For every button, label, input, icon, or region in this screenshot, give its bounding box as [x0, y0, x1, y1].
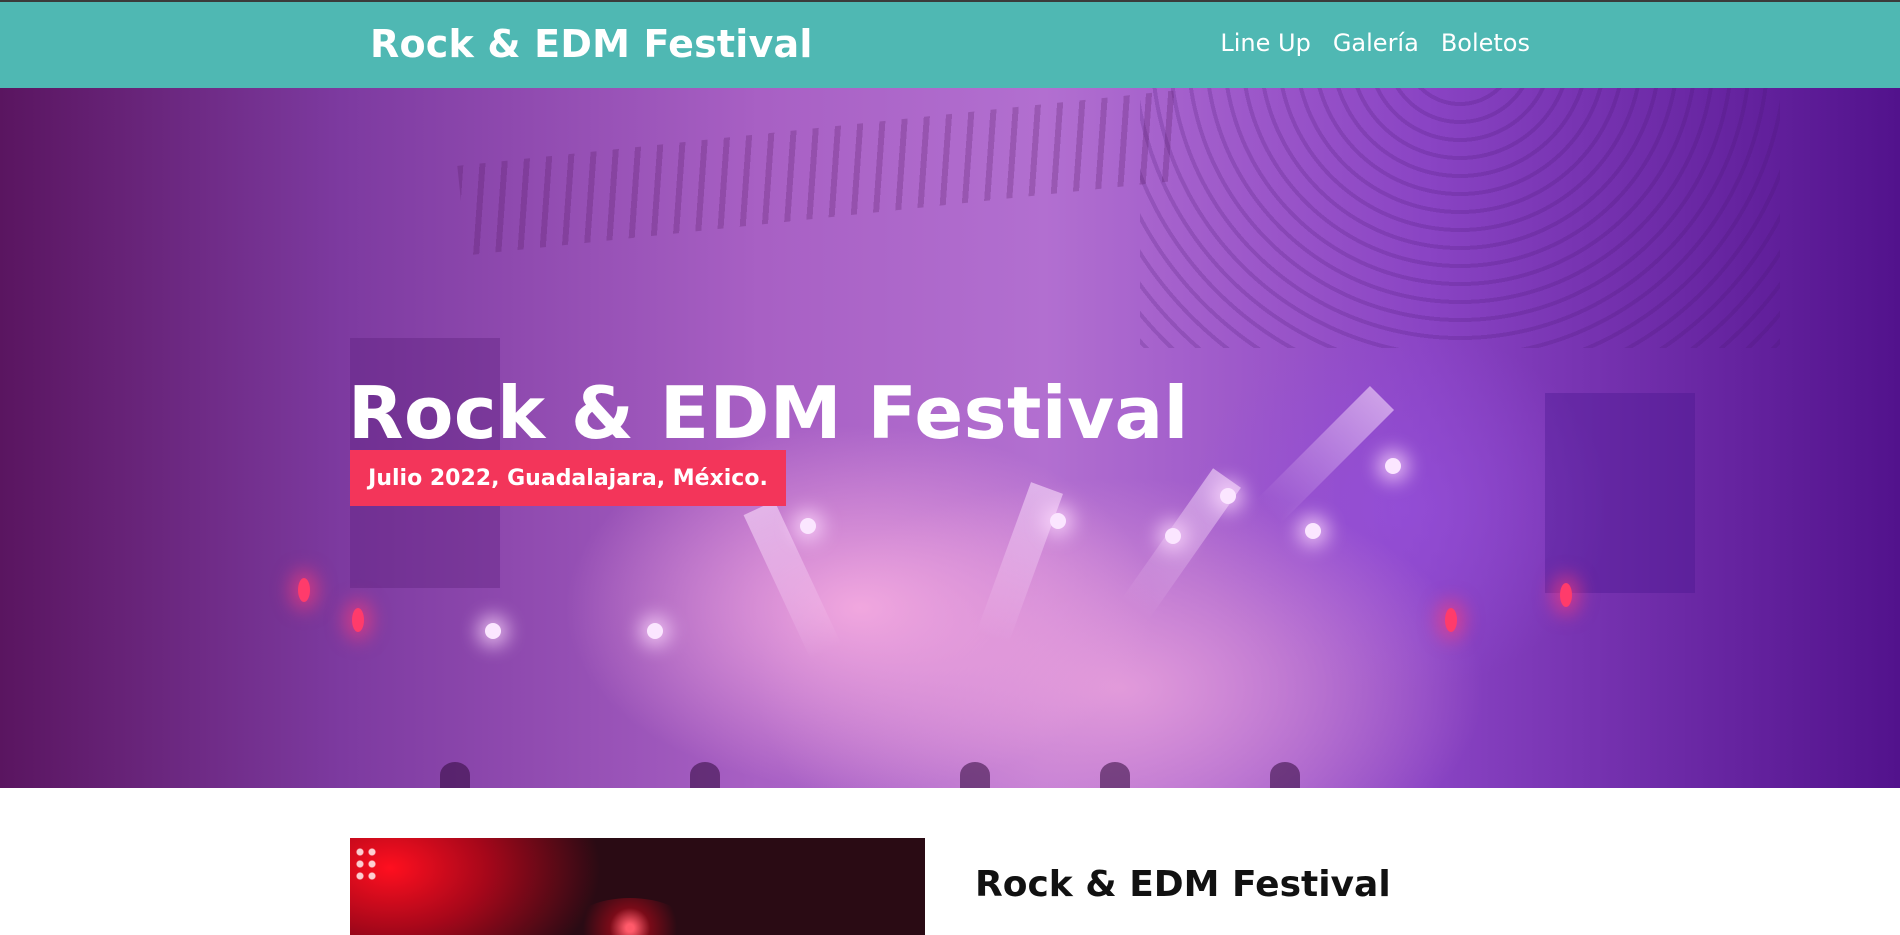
hero-stage-light	[485, 623, 501, 639]
hero-crowd-silhouette	[960, 762, 990, 788]
hero-crowd-silhouette	[1100, 762, 1130, 788]
hero-title: Rock & EDM Festival	[348, 371, 1189, 455]
hero-red-light	[352, 608, 364, 632]
hero-stage-light	[1220, 488, 1236, 504]
festival-photo-performer	[570, 898, 690, 935]
hero-red-light	[1560, 583, 1572, 607]
festival-photo	[350, 838, 925, 935]
hero-stage-light	[1385, 458, 1401, 474]
hero-stage-light	[1305, 523, 1321, 539]
hero-stage-light	[1050, 513, 1066, 529]
hero-red-light	[298, 578, 310, 602]
nav-link-line-up[interactable]: Line Up	[1220, 29, 1310, 57]
main-nav: Line Up Galería Boletos	[1220, 29, 1530, 57]
hero-light-beam	[1256, 385, 1395, 524]
nav-link-boletos[interactable]: Boletos	[1441, 29, 1530, 57]
hero-red-light	[1445, 608, 1457, 632]
hero-stage-light	[800, 518, 816, 534]
hero-light-beam	[743, 500, 843, 661]
about-section-title: Rock & EDM Festival	[975, 864, 1391, 905]
hero-background-speaker-right	[1545, 393, 1695, 593]
site-header: Rock & EDM Festival Line Up Galería Bole…	[0, 0, 1900, 88]
hero-stage-light	[1165, 528, 1181, 544]
site-logo-text[interactable]: Rock & EDM Festival	[370, 22, 813, 66]
hero-background-truss	[457, 90, 1183, 256]
nav-link-galeria[interactable]: Galería	[1333, 29, 1419, 57]
hero-section: Rock & EDM Festival Julio 2022, Guadalaj…	[0, 88, 1900, 788]
hero-crowd-silhouette	[1270, 762, 1300, 788]
hero-crowd-silhouette	[440, 762, 470, 788]
hero-stage-light	[647, 623, 663, 639]
hero-light-beam	[976, 482, 1063, 645]
hero-crowd-silhouette	[690, 762, 720, 788]
festival-photo-lights	[354, 846, 378, 882]
hero-date-location-badge: Julio 2022, Guadalajara, México.	[350, 450, 786, 506]
hero-background-cables	[1140, 88, 1780, 348]
